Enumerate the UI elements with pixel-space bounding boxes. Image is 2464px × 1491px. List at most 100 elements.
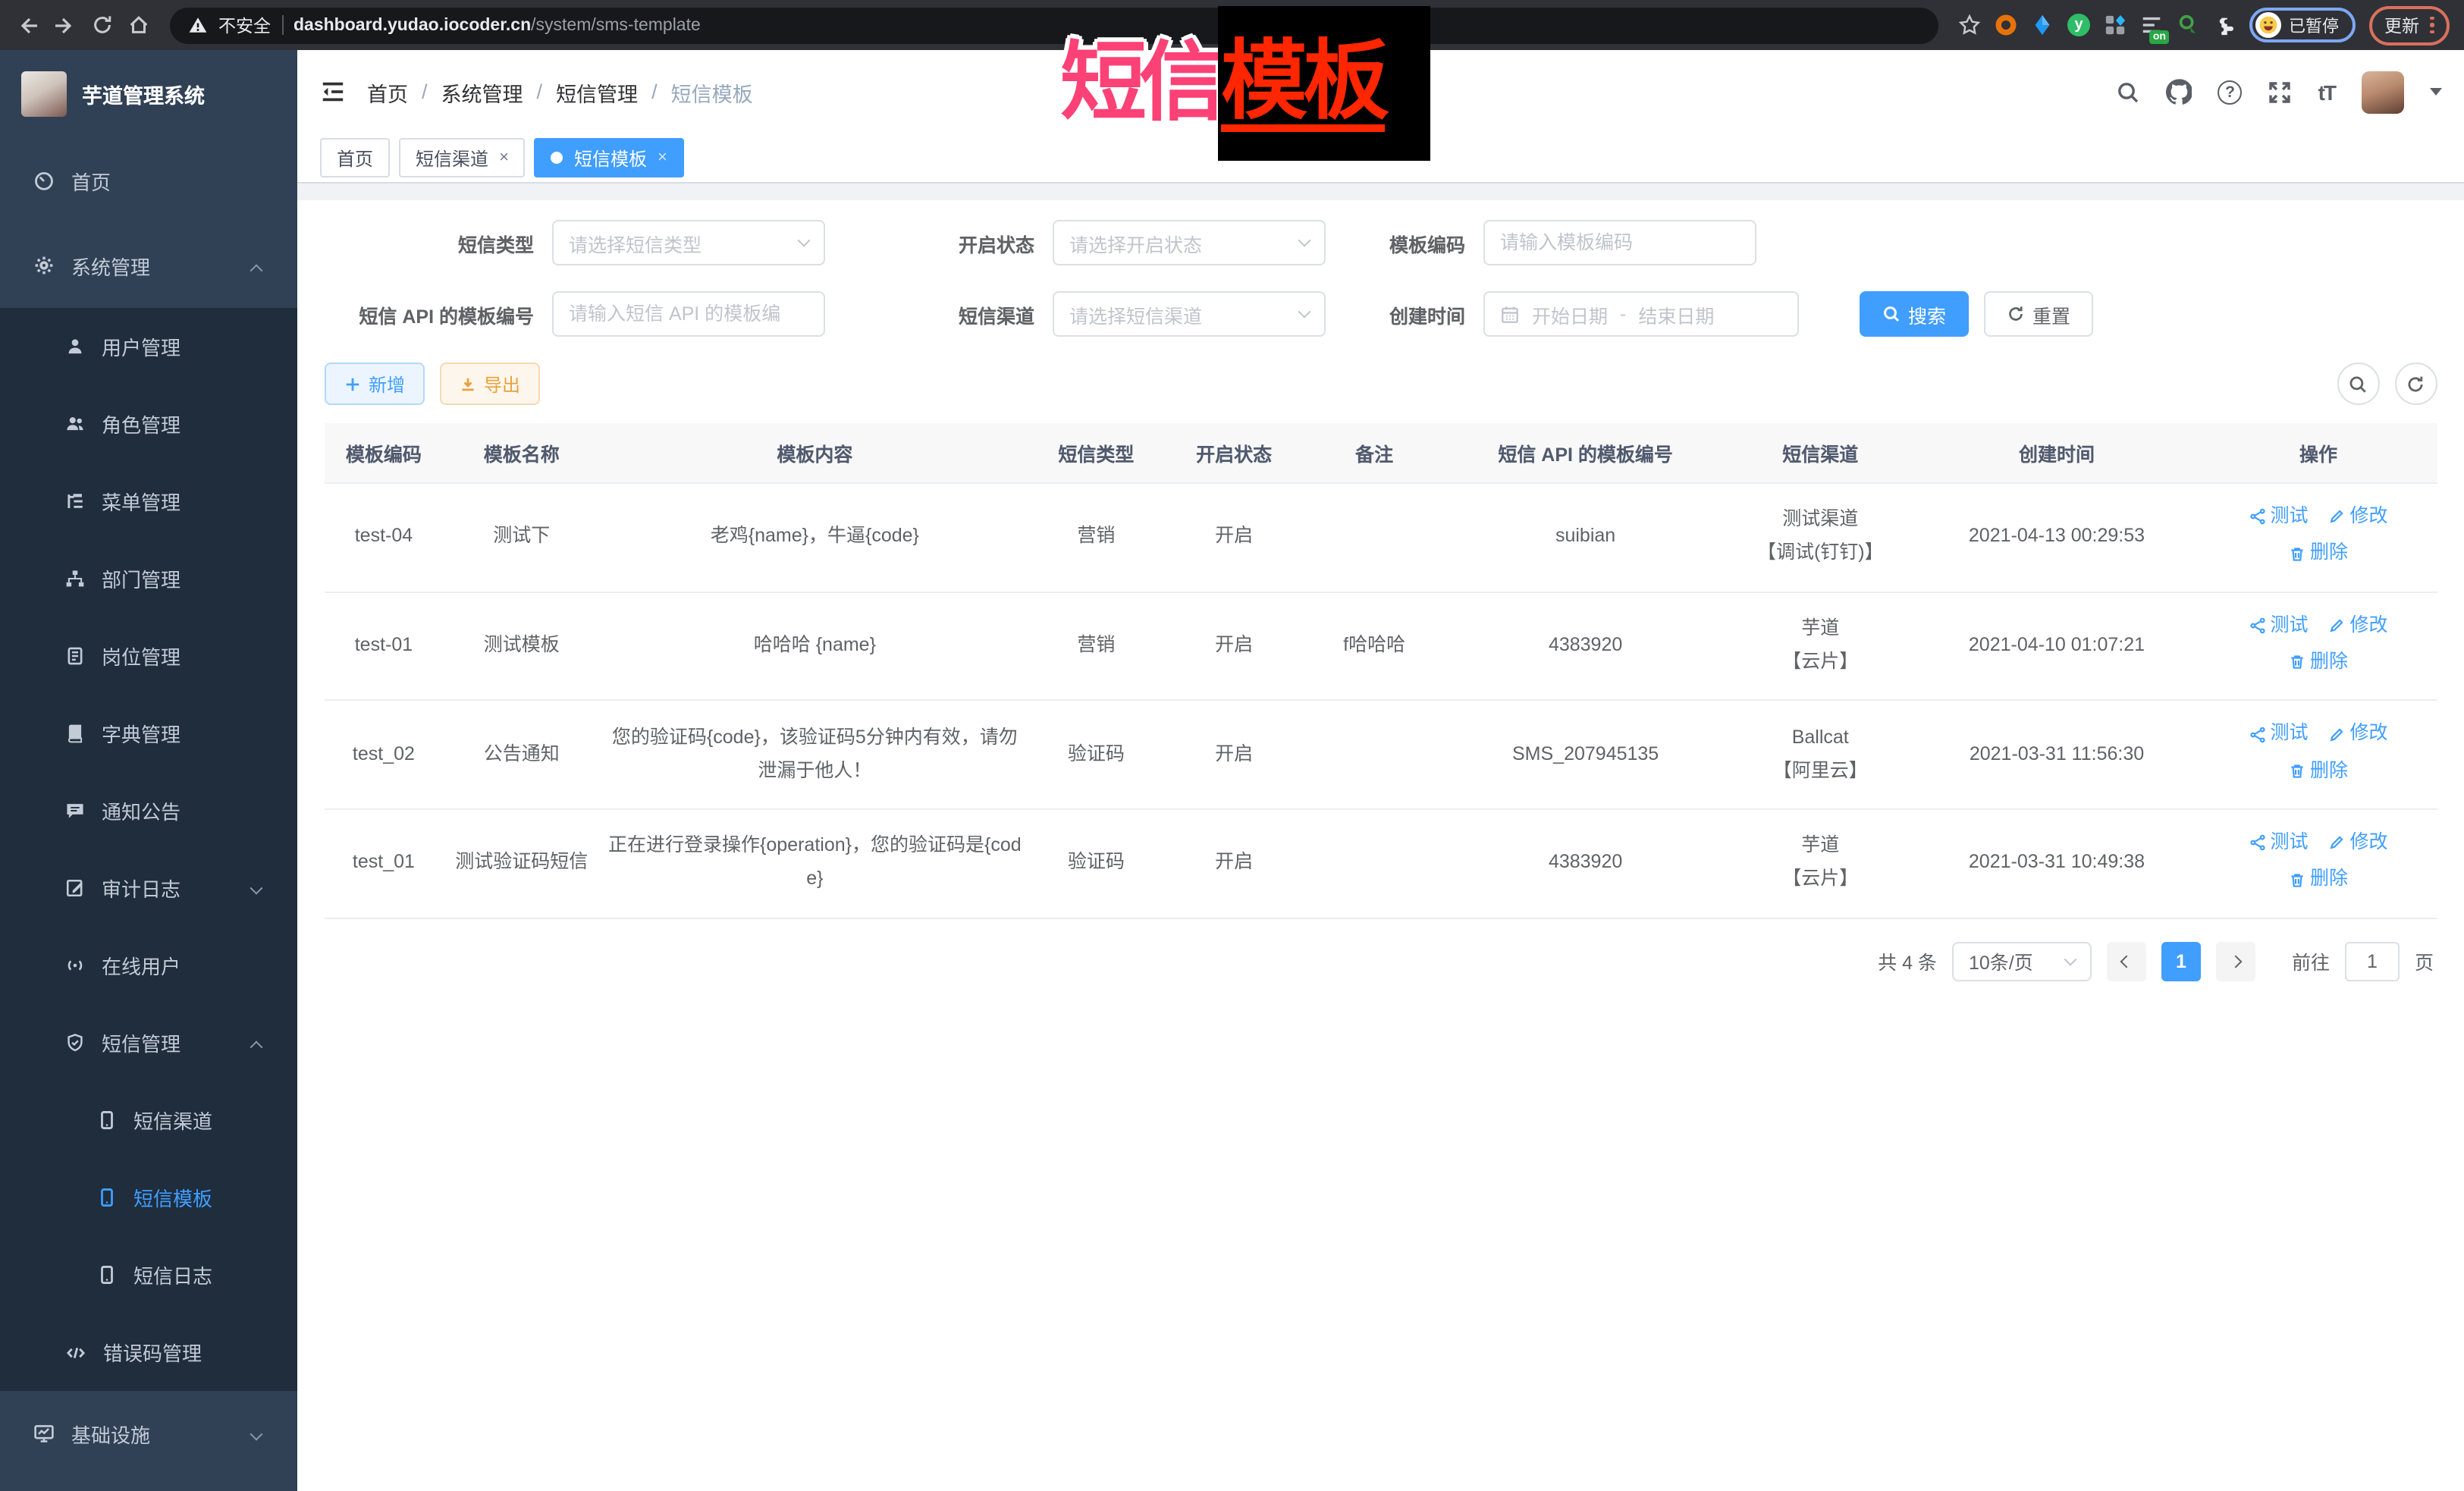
sidebar-item-sms[interactable]: 短信管理 (0, 1004, 297, 1081)
export-button[interactable]: 导出 (440, 363, 540, 405)
sidebar-item-online-users[interactable]: 在线用户 (0, 927, 297, 1004)
sidebar-item-audit-log[interactable]: 审计日志 (0, 849, 297, 927)
sidebar-item-error-codes[interactable]: 错误码管理 (0, 1314, 297, 1391)
add-button[interactable]: 新增 (325, 363, 425, 405)
url-path: /system/sms-template (531, 16, 701, 34)
filter-row-2: 短信 API 的模板编号 短信渠道 请选择短信渠道 创建时间 开始日期 - 结束… (325, 291, 2437, 337)
bookmark-star-icon[interactable] (1958, 14, 1981, 36)
avatar-caret-icon[interactable] (2429, 88, 2441, 96)
phone-icon (97, 1110, 117, 1130)
profile-emoji-icon (2255, 12, 2281, 38)
test-link[interactable]: 测试 (2249, 501, 2309, 534)
back-icon[interactable] (15, 13, 39, 37)
close-icon[interactable]: × (499, 149, 509, 166)
shield-check-icon (65, 1033, 85, 1053)
reset-button[interactable]: 重置 (1984, 291, 2093, 337)
user-avatar[interactable] (2361, 71, 2403, 113)
goto-page-input[interactable] (2345, 941, 2400, 981)
sms-type-select[interactable]: 请选择短信类型 (552, 220, 825, 265)
ext-blue-kite-icon[interactable] (2031, 14, 2054, 36)
refresh-icon (2007, 305, 2025, 323)
search-icon[interactable] (2117, 80, 2141, 104)
test-link[interactable]: 测试 (2249, 827, 2309, 860)
table-row: test-04 测试下 老鸡{name}，牛逼{code} 营销 开启 suib… (325, 483, 2437, 592)
delete-link[interactable]: 删除 (2289, 755, 2348, 788)
page-size-select[interactable]: 10条/页 (1952, 941, 2092, 981)
sidebar-collapse-icon[interactable] (320, 79, 346, 105)
edit-link[interactable]: 修改 (2329, 609, 2388, 642)
current-page[interactable]: 1 (2161, 941, 2201, 981)
forward-icon[interactable] (53, 13, 77, 37)
browser-menu-icon[interactable] (2430, 17, 2434, 34)
browser-update-button[interactable]: 更新 (2369, 5, 2449, 45)
font-size-icon[interactable]: tT (2318, 80, 2335, 104)
sidebar-item-sms-template[interactable]: 短信模板 (0, 1159, 297, 1236)
channel-select[interactable]: 请选择短信渠道 (1053, 291, 1326, 337)
sidebar-item-users[interactable]: 用户管理 (0, 308, 297, 385)
next-page-button[interactable] (2216, 941, 2255, 981)
ext-grid-icon[interactable] (2104, 14, 2127, 36)
test-link[interactable]: 测试 (2249, 718, 2309, 752)
reload-icon[interactable] (91, 14, 114, 36)
test-link[interactable]: 测试 (2249, 609, 2309, 642)
sidebar-item-sms-log[interactable]: 短信日志 (0, 1236, 297, 1314)
home-icon[interactable] (127, 14, 150, 36)
search-button[interactable]: 搜索 (1860, 291, 1969, 337)
edit-link[interactable]: 修改 (2329, 827, 2388, 860)
sidebar-item-system[interactable]: 系统管理 (0, 223, 297, 308)
browser-toolbar: 不安全 dashboard.yudao.iocoder.cn/system/sm… (0, 0, 2464, 50)
breadcrumb: 首页 / 系统管理 / 短信管理 / 短信模板 (367, 77, 753, 107)
fullscreen-icon[interactable] (2268, 80, 2293, 104)
profile-label: 已暂停 (2289, 13, 2339, 37)
refresh-table-button[interactable] (2394, 363, 2437, 405)
sidebar-item-posts[interactable]: 岗位管理 (0, 617, 297, 695)
breadcrumb-sms[interactable]: 短信管理 (556, 77, 638, 107)
extensions-puzzle-icon[interactable] (2213, 14, 2236, 36)
prev-page-button[interactable] (2107, 941, 2146, 981)
ext-list-on-icon[interactable]: on (2140, 14, 2163, 36)
edit-link[interactable]: 修改 (2329, 718, 2388, 752)
sidebar-logo[interactable]: 芋道管理系统 (0, 50, 297, 138)
col-created: 创建时间 (1913, 423, 2200, 483)
status-select[interactable]: 请选择开启状态 (1053, 220, 1326, 265)
tab-home[interactable]: 首页 (320, 138, 390, 177)
create-time-range-picker[interactable]: 开始日期 - 结束日期 (1483, 291, 1799, 337)
sidebar-item-departments[interactable]: 部门管理 (0, 540, 297, 617)
help-icon[interactable]: ? (2218, 80, 2243, 104)
ext-green-pen-icon[interactable] (2177, 14, 2199, 36)
start-date-placeholder: 开始日期 (1532, 300, 1608, 328)
delete-link[interactable]: 删除 (2289, 538, 2348, 571)
pagination: 共 4 条 10条/页 1 前往 页 (328, 941, 2434, 981)
table-tools (2337, 363, 2437, 405)
api-template-id-input[interactable] (552, 291, 825, 337)
breadcrumb-system[interactable]: 系统管理 (441, 77, 523, 107)
ext-orange-ring-icon[interactable] (1995, 14, 2017, 36)
address-bar[interactable]: 不安全 dashboard.yudao.iocoder.cn/system/sm… (170, 7, 1938, 43)
sidebar-item-infrastructure[interactable]: 基础设施 (0, 1391, 297, 1476)
sidebar-item-roles[interactable]: 角色管理 (0, 385, 297, 463)
edit-link[interactable]: 修改 (2329, 501, 2388, 534)
sidebar-item-menus[interactable]: 菜单管理 (0, 463, 297, 540)
delete-link[interactable]: 删除 (2289, 646, 2348, 680)
end-date-placeholder: 结束日期 (1638, 300, 1714, 328)
sidebar-item-dictionary[interactable]: 字典管理 (0, 695, 297, 772)
close-icon[interactable]: × (658, 149, 667, 166)
chevron-up-icon (252, 1031, 261, 1054)
code-icon (65, 1342, 86, 1363)
audit-log-icon (65, 878, 85, 898)
active-dot-icon (551, 152, 563, 164)
breadcrumb-home[interactable]: 首页 (367, 77, 408, 107)
sidebar-item-announcements[interactable]: 通知公告 (0, 772, 297, 849)
ext-green-y-icon[interactable]: y (2067, 14, 2090, 36)
tab-sms-channel[interactable]: 短信渠道 × (399, 138, 526, 177)
table-row: test_01 测试验证码短信 正在进行登录操作{operation}，您的验证… (325, 809, 2437, 918)
template-code-input[interactable] (1483, 220, 1756, 265)
show-search-button[interactable] (2337, 363, 2379, 405)
delete-link[interactable]: 删除 (2289, 863, 2348, 896)
sidebar-item-home[interactable]: 首页 (0, 138, 297, 223)
sidebar-item-sms-channel[interactable]: 短信渠道 (0, 1081, 297, 1159)
browser-profile-chip[interactable]: 已暂停 (2249, 8, 2356, 42)
tab-sms-template[interactable]: 短信模板 × (535, 138, 684, 177)
github-icon[interactable] (2167, 79, 2192, 105)
user-icon (65, 337, 85, 356)
